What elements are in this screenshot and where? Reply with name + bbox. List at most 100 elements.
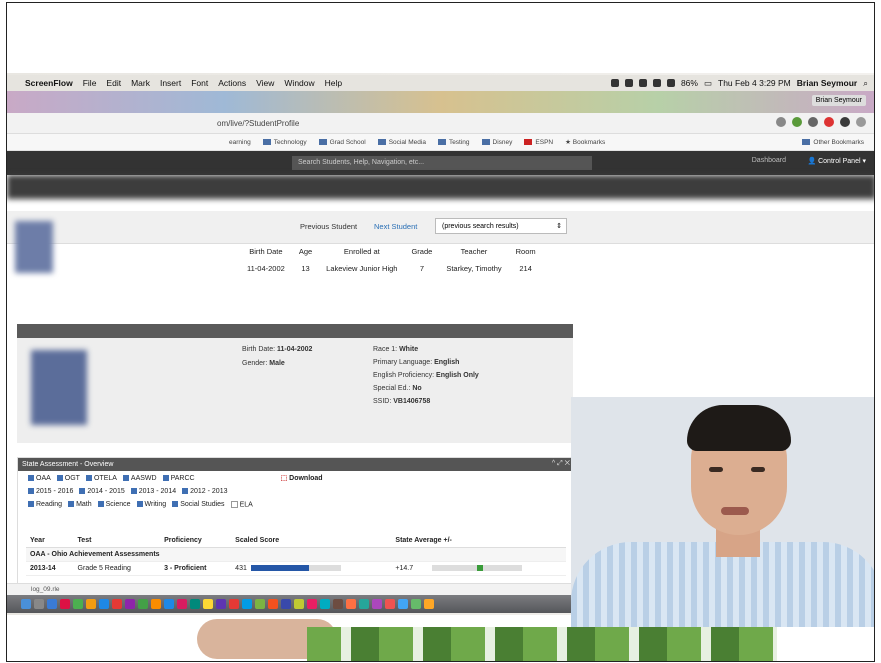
- filter-math[interactable]: Math: [68, 501, 92, 508]
- filter-year[interactable]: 2014 - 2015: [79, 488, 125, 495]
- menu-icon[interactable]: [856, 117, 866, 127]
- app-icon[interactable]: [411, 599, 421, 609]
- spotlight-icon[interactable]: ⌕: [863, 78, 868, 89]
- filter-aaswd[interactable]: AASWD: [122, 475, 157, 482]
- table-row[interactable]: 2013-14 Grade 5 Reading 3 - Proficient 4…: [26, 561, 566, 576]
- drive-icon[interactable]: [776, 117, 786, 127]
- app-icon[interactable]: [60, 599, 70, 609]
- next-student-link[interactable]: Next Student: [374, 222, 417, 231]
- finder-icon[interactable]: [21, 599, 31, 609]
- filter-otela[interactable]: OTELA: [85, 475, 117, 482]
- menu-file[interactable]: File: [83, 78, 97, 88]
- app-icon[interactable]: [190, 599, 200, 609]
- app-icon[interactable]: [125, 599, 135, 609]
- app-icon[interactable]: [385, 599, 395, 609]
- espn-icon: [524, 138, 533, 145]
- previous-student-button[interactable]: Previous Student: [300, 222, 357, 231]
- menu-edit[interactable]: Edit: [106, 78, 121, 88]
- app-icon[interactable]: [112, 599, 122, 609]
- menu-font[interactable]: Font: [191, 78, 208, 88]
- app-icon[interactable]: [99, 599, 109, 609]
- battery-percent[interactable]: 86%: [681, 78, 698, 88]
- record-icon[interactable]: [610, 79, 619, 87]
- app-icon[interactable]: [151, 599, 161, 609]
- bookmark-item[interactable]: earning: [229, 139, 251, 146]
- filter-parcc[interactable]: PARCC: [162, 475, 195, 482]
- student-photo-small: [15, 221, 53, 273]
- filter-social-studies[interactable]: Social Studies: [172, 501, 225, 508]
- volume-icon[interactable]: [666, 79, 675, 87]
- app-icon[interactable]: [229, 599, 239, 609]
- bookmark-item[interactable]: Disney: [481, 139, 512, 146]
- bookmark-item[interactable]: Grad School: [318, 139, 366, 146]
- special-ed-field: Special Ed.: No: [373, 385, 422, 392]
- filter-year[interactable]: 2015 - 2016: [28, 488, 73, 495]
- app-icon[interactable]: [346, 599, 356, 609]
- filter-science[interactable]: Science: [97, 501, 131, 508]
- filter-reading[interactable]: Reading: [28, 501, 62, 508]
- control-panel-menu[interactable]: 👤 Control Panel ▾: [807, 157, 866, 165]
- dashboard-link[interactable]: Dashboard: [752, 157, 786, 164]
- search-results-select[interactable]: (previous search results) ⇕: [435, 218, 567, 234]
- screen-icon[interactable]: [624, 79, 633, 87]
- bookmark-item[interactable]: ★ Bookmarks: [565, 138, 605, 146]
- filter-ogt[interactable]: OGT: [56, 475, 80, 482]
- url-text[interactable]: om/live/?StudentProfile: [217, 119, 299, 128]
- evernote-icon[interactable]: [792, 117, 802, 127]
- filter-oaa[interactable]: OAA: [28, 475, 51, 482]
- browser-profile-button[interactable]: Brian Seymour: [811, 95, 866, 106]
- battery-icon[interactable]: ▭: [704, 78, 712, 89]
- panel-controls-icon[interactable]: ^ ⤢ ✕: [552, 460, 570, 468]
- extension-icon[interactable]: [808, 117, 818, 127]
- menu-mark[interactable]: Mark: [131, 78, 150, 88]
- filter-year[interactable]: 2012 - 2013: [182, 488, 228, 495]
- menu-help[interactable]: Help: [325, 78, 342, 88]
- app-icon[interactable]: [164, 599, 174, 609]
- address-bar[interactable]: om/live/?StudentProfile: [7, 113, 874, 134]
- menubar-app-name[interactable]: ScreenFlow: [25, 78, 73, 88]
- safari-icon[interactable]: [47, 599, 57, 609]
- app-icon[interactable]: [294, 599, 304, 609]
- app-icon[interactable]: [73, 599, 83, 609]
- summary-header: Teacher: [460, 247, 488, 256]
- menu-insert[interactable]: Insert: [160, 78, 181, 88]
- app-icon[interactable]: [138, 599, 148, 609]
- app-icon[interactable]: [255, 599, 265, 609]
- bookmark-item[interactable]: Testing: [437, 139, 470, 146]
- download-button[interactable]: ⬚ Download: [281, 474, 323, 482]
- app-icon[interactable]: [216, 599, 226, 609]
- clock-icon[interactable]: [638, 79, 647, 87]
- wifi-icon[interactable]: [652, 79, 661, 87]
- app-icon[interactable]: [372, 599, 382, 609]
- app-icon[interactable]: [398, 599, 408, 609]
- launchpad-icon[interactable]: [34, 599, 44, 609]
- menubar-clock[interactable]: Thu Feb 4 3:29 PM: [718, 78, 791, 88]
- app-icon[interactable]: [359, 599, 369, 609]
- app-icon[interactable]: [320, 599, 330, 609]
- menu-view[interactable]: View: [256, 78, 274, 88]
- download-file[interactable]: log_09.rle: [31, 586, 60, 593]
- app-icon[interactable]: [242, 599, 252, 609]
- app-icon[interactable]: [281, 599, 291, 609]
- menubar-user[interactable]: Brian Seymour: [797, 78, 857, 88]
- bookmark-item[interactable]: Social Media: [377, 139, 426, 146]
- menu-actions[interactable]: Actions: [218, 78, 246, 88]
- chrome-icon[interactable]: [203, 599, 213, 609]
- filter-ela[interactable]: ELA: [230, 501, 253, 508]
- app-icon[interactable]: [177, 599, 187, 609]
- cell-year: 2013-14: [26, 561, 74, 576]
- bookmark-item[interactable]: Technology: [262, 139, 307, 146]
- filter-year[interactable]: 2013 - 2014: [130, 488, 176, 495]
- app-icon[interactable]: [333, 599, 343, 609]
- pocket-icon[interactable]: [840, 117, 850, 127]
- menu-window[interactable]: Window: [284, 78, 314, 88]
- app-icon[interactable]: [86, 599, 96, 609]
- global-search-input[interactable]: Search Students, Help, Navigation, etc..…: [292, 156, 592, 170]
- app-icon[interactable]: [307, 599, 317, 609]
- pinterest-icon[interactable]: [824, 117, 834, 127]
- app-icon[interactable]: [424, 599, 434, 609]
- filter-writing[interactable]: Writing: [136, 501, 166, 508]
- bookmark-item[interactable]: ESPN: [524, 139, 553, 146]
- other-bookmarks[interactable]: Other Bookmarks: [802, 139, 864, 146]
- app-icon[interactable]: [268, 599, 278, 609]
